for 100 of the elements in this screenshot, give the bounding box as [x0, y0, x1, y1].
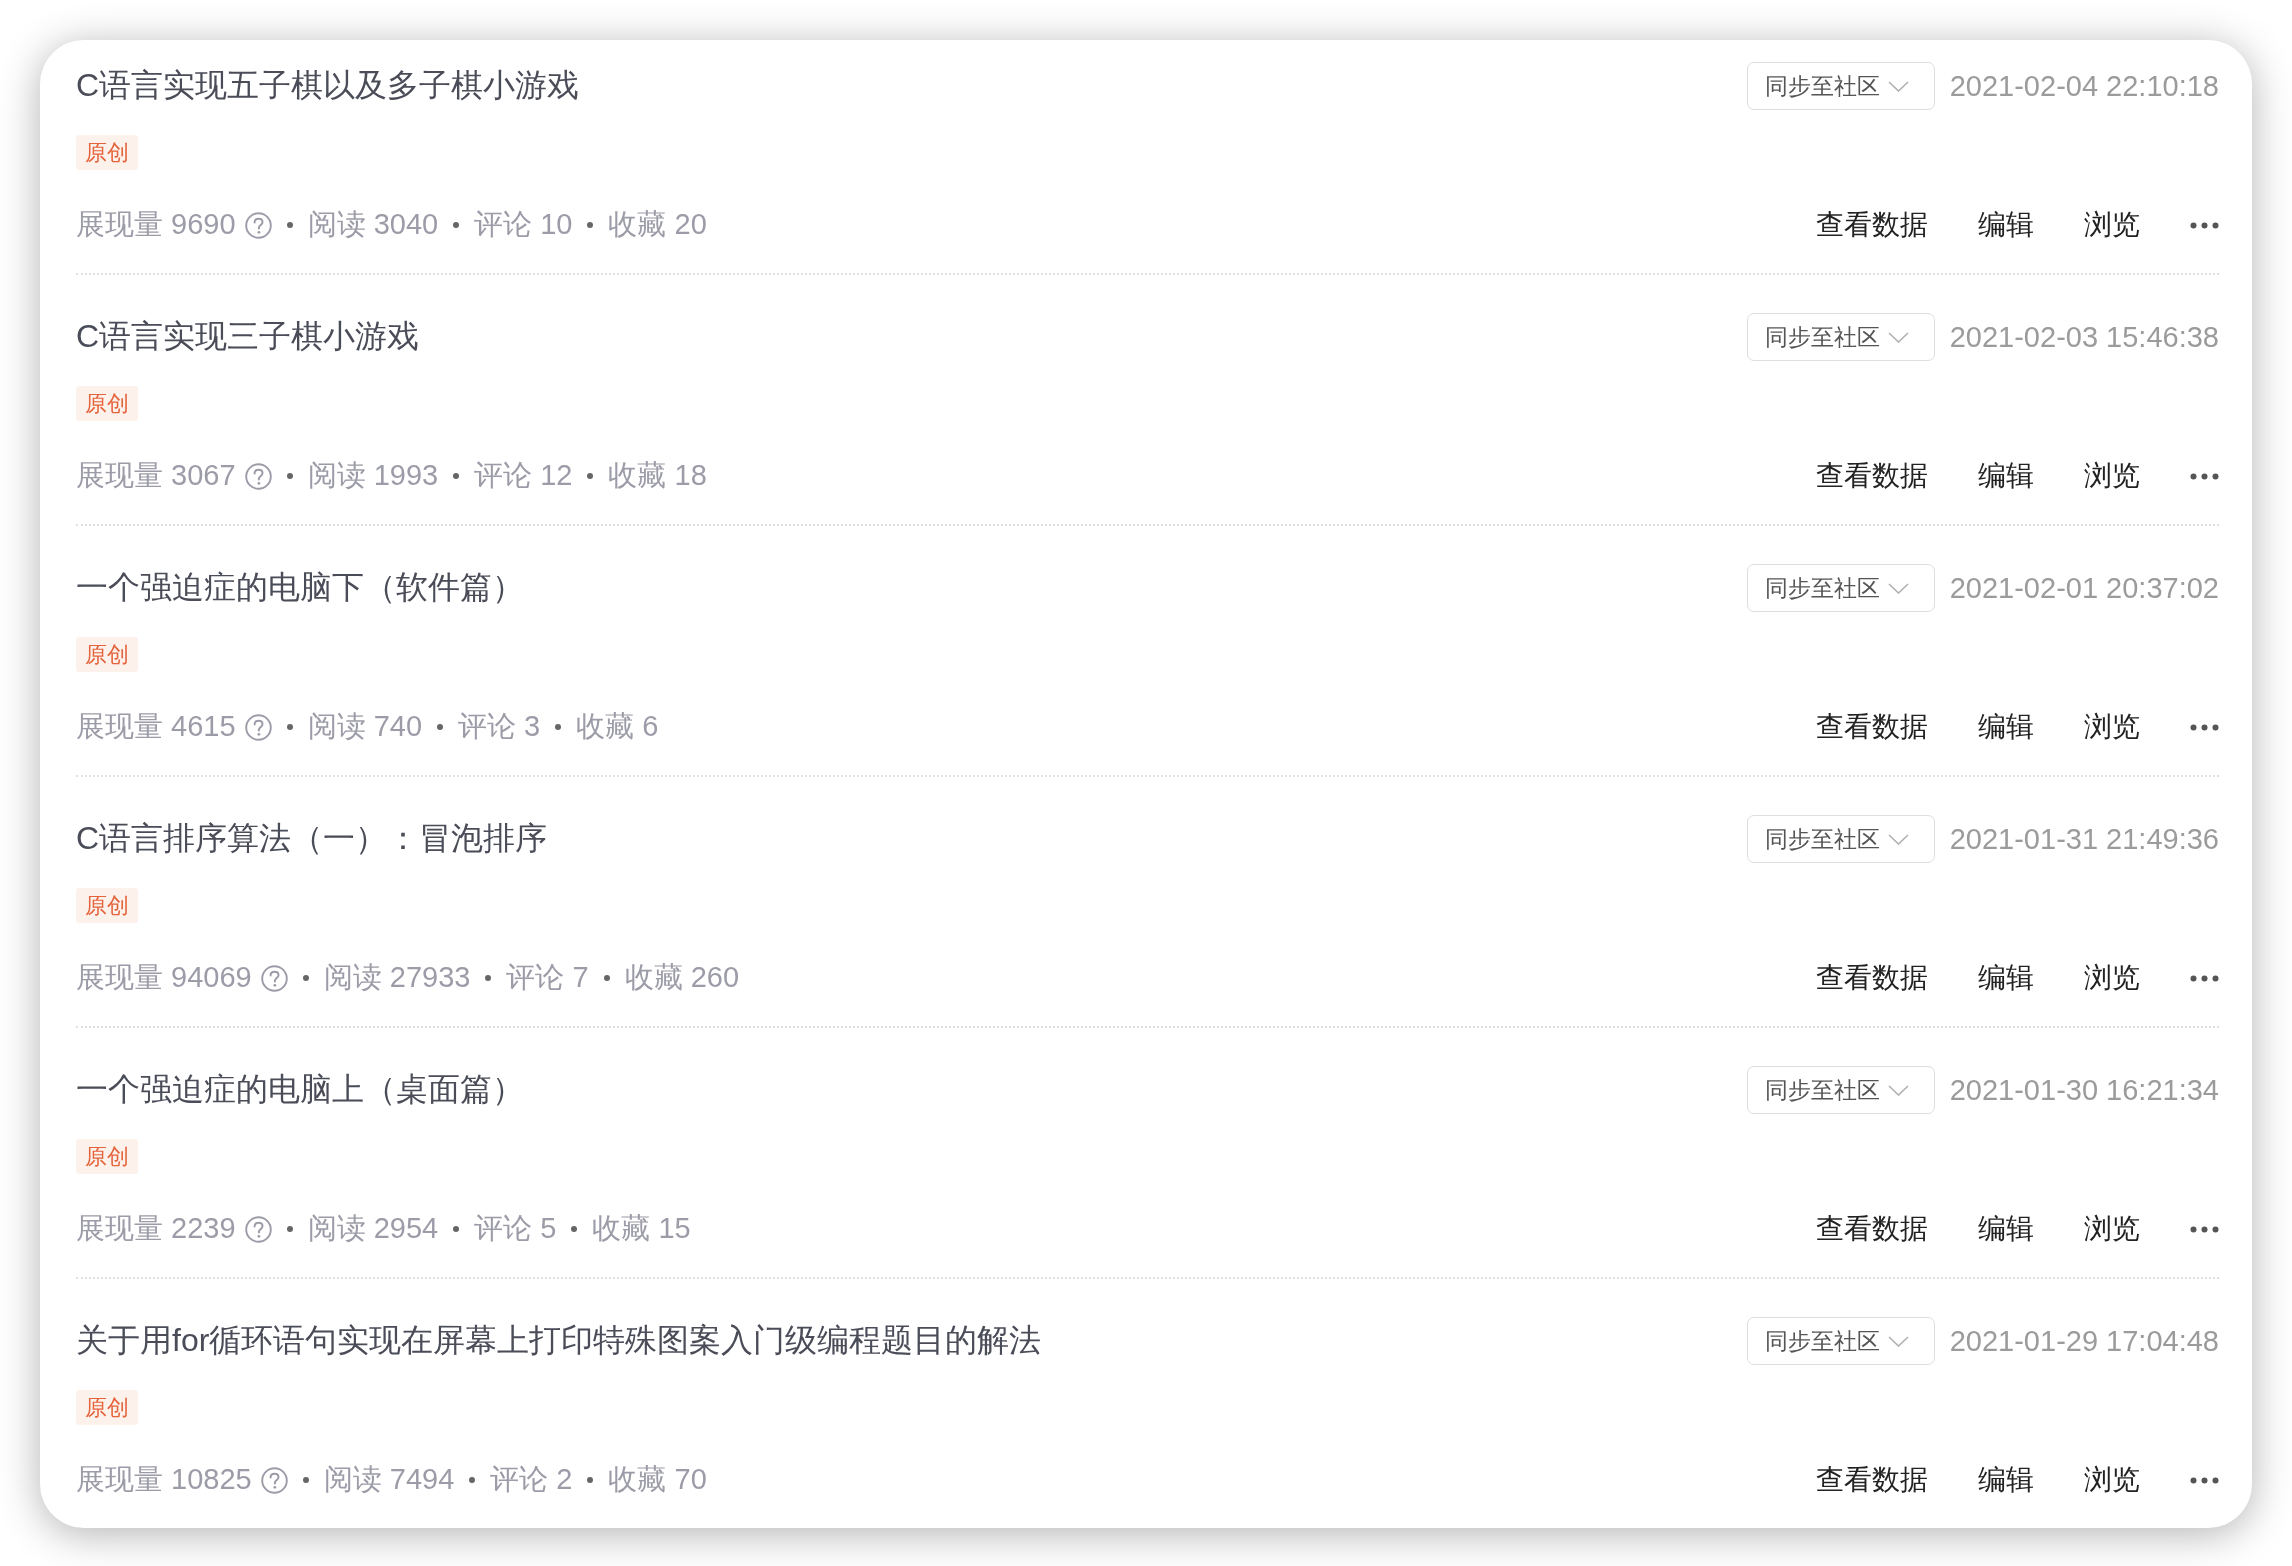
article-title-link[interactable]: C语言排序算法（一）：冒泡排序 — [76, 817, 1747, 861]
original-tag: 原创 — [76, 888, 138, 923]
action-link[interactable]: 编辑 — [1978, 708, 2034, 746]
more-button[interactable] — [2190, 472, 2219, 480]
stat-text: 展现量 2239 — [76, 1211, 236, 1246]
publish-date: 2021-01-30 16:21:34 — [1948, 1073, 2219, 1107]
stat-text: 阅读 740 — [307, 709, 423, 744]
more-icon — [2190, 974, 2219, 982]
article-title-link[interactable]: 一个强迫症的电脑上（桌面篇） — [76, 1068, 1747, 1112]
separator-dot-icon — [469, 1477, 476, 1483]
separator-dot-icon — [603, 975, 610, 981]
action-link[interactable]: 编辑 — [1978, 457, 2034, 495]
stat-text: 阅读 2954 — [307, 1211, 439, 1246]
publish-date: 2021-01-31 21:49:36 — [1948, 822, 2219, 856]
chevron-down-icon — [1888, 80, 1909, 92]
action-link[interactable]: 浏览 — [2084, 708, 2140, 746]
more-button[interactable] — [2190, 1476, 2219, 1484]
sync-dropdown[interactable]: 同步至社区 — [1747, 313, 1935, 361]
chevron-down-icon — [1888, 1335, 1909, 1347]
stat-text: 展现量 10825 — [76, 1462, 252, 1497]
stat-text: 收藏 6 — [576, 709, 659, 744]
separator-dot-icon — [571, 1226, 578, 1232]
original-tag: 原创 — [76, 386, 138, 421]
separator-dot-icon — [286, 473, 293, 479]
more-icon — [2190, 1225, 2219, 1233]
separator-dot-icon — [437, 724, 444, 730]
action-link[interactable]: 查看数据 — [1816, 1210, 1928, 1248]
stat-text: 评论 3 — [458, 709, 541, 744]
article-title-link[interactable]: C语言实现三子棋小游戏 — [76, 315, 1747, 359]
stat-text: 收藏 18 — [608, 458, 707, 493]
more-icon — [2190, 723, 2219, 731]
action-link[interactable]: 查看数据 — [1816, 457, 1928, 495]
original-tag: 原创 — [76, 1390, 138, 1425]
separator-dot-icon — [587, 222, 594, 228]
original-tag: 原创 — [76, 637, 138, 672]
more-button[interactable] — [2190, 974, 2219, 982]
sync-dropdown[interactable]: 同步至社区 — [1747, 564, 1935, 612]
article-title-link[interactable]: 一个强迫症的电脑下（软件篇） — [76, 566, 1747, 610]
stat-text: 评论 12 — [474, 458, 573, 493]
more-icon — [2190, 472, 2219, 480]
stat-text: 评论 2 — [490, 1462, 573, 1497]
stat-text: 展现量 9690 — [76, 207, 236, 242]
stat-text: 阅读 1993 — [307, 458, 439, 493]
sync-dropdown[interactable]: 同步至社区 — [1747, 1317, 1935, 1365]
chevron-down-icon — [1888, 331, 1909, 343]
action-link[interactable]: 查看数据 — [1816, 1461, 1928, 1499]
original-tag: 原创 — [76, 135, 138, 170]
article-title-link[interactable]: 关于用for循环语句实现在屏幕上打印特殊图案入门级编程题目的解法 — [76, 1319, 1747, 1363]
stat-text: 收藏 15 — [592, 1211, 691, 1246]
separator-dot-icon — [453, 1226, 460, 1232]
stat-text: 阅读 3040 — [307, 207, 439, 242]
sync-dropdown[interactable]: 同步至社区 — [1747, 1066, 1935, 1114]
action-link[interactable]: 浏览 — [2084, 1461, 2140, 1499]
chevron-down-icon — [1888, 1084, 1909, 1096]
stat-text: 展现量 4615 — [76, 709, 236, 744]
action-link[interactable]: 浏览 — [2084, 1210, 2140, 1248]
action-link[interactable]: 浏览 — [2084, 457, 2140, 495]
more-button[interactable] — [2190, 221, 2219, 229]
action-link[interactable]: 查看数据 — [1816, 959, 1928, 997]
publish-date: 2021-02-03 15:46:38 — [1948, 320, 2219, 354]
stat-text: 展现量 3067 — [76, 458, 236, 493]
sync-dropdown[interactable]: 同步至社区 — [1747, 815, 1935, 863]
separator-dot-icon — [286, 222, 293, 228]
stat-text: 评论 5 — [474, 1211, 557, 1246]
stat-text: 收藏 70 — [608, 1462, 707, 1497]
chevron-down-icon — [1888, 582, 1909, 594]
separator-dot-icon — [453, 473, 460, 479]
action-link[interactable]: 编辑 — [1978, 959, 2034, 997]
chevron-down-icon — [1888, 833, 1909, 845]
action-link[interactable]: 编辑 — [1978, 206, 2034, 244]
stat-text: 展现量 94069 — [76, 960, 252, 995]
publish-date: 2021-02-01 20:37:02 — [1948, 571, 2219, 605]
article-title-link[interactable]: C语言实现五子棋以及多子棋小游戏 — [76, 64, 1747, 108]
publish-date: 2021-01-29 17:04:48 — [1948, 1324, 2219, 1358]
separator-dot-icon — [555, 724, 562, 730]
stat-text: 阅读 7494 — [323, 1462, 455, 1497]
separator-dot-icon — [587, 1477, 594, 1483]
separator-dot-icon — [286, 724, 293, 730]
action-link[interactable]: 浏览 — [2084, 206, 2140, 244]
stat-text: 收藏 260 — [624, 960, 740, 995]
separator-dot-icon — [587, 473, 594, 479]
stat-text: 阅读 27933 — [323, 960, 471, 995]
action-link[interactable]: 编辑 — [1978, 1210, 2034, 1248]
stat-text: 评论 10 — [474, 207, 573, 242]
separator-dot-icon — [302, 975, 309, 981]
separator-dot-icon — [286, 1226, 293, 1232]
sync-dropdown[interactable]: 同步至社区 — [1747, 62, 1935, 110]
action-link[interactable]: 编辑 — [1978, 1461, 2034, 1499]
action-link[interactable]: 浏览 — [2084, 959, 2140, 997]
more-button[interactable] — [2190, 723, 2219, 731]
stat-text: 收藏 20 — [608, 207, 707, 242]
action-link[interactable]: 查看数据 — [1816, 708, 1928, 746]
action-link[interactable]: 查看数据 — [1816, 206, 1928, 244]
separator-dot-icon — [453, 222, 460, 228]
more-icon — [2190, 1476, 2219, 1484]
more-icon — [2190, 221, 2219, 229]
stat-text: 评论 7 — [506, 960, 589, 995]
original-tag: 原创 — [76, 1139, 138, 1174]
more-button[interactable] — [2190, 1225, 2219, 1233]
separator-dot-icon — [302, 1477, 309, 1483]
